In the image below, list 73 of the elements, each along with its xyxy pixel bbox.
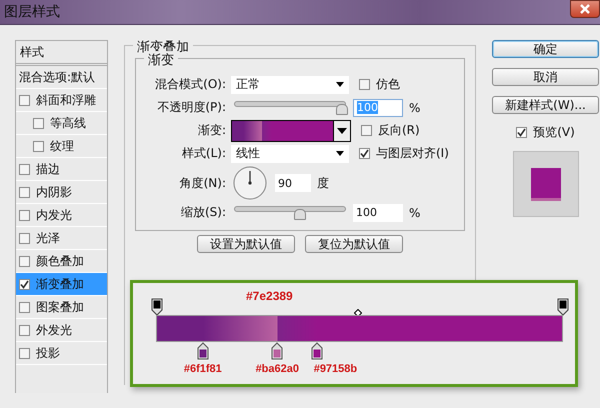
field-label: 角度(N):	[178, 174, 226, 192]
style-item[interactable]: 描边	[16, 158, 107, 181]
checkbox[interactable]	[33, 140, 44, 152]
reverse-checkbox[interactable]: 反向(R)	[361, 122, 420, 139]
scale-slider[interactable]	[232, 204, 348, 220]
field-label: 样式(L):	[180, 145, 226, 162]
checkbox[interactable]	[19, 94, 30, 106]
caret-icon	[336, 151, 344, 156]
unit-label: 度	[317, 174, 329, 192]
checkbox[interactable]	[19, 278, 30, 290]
opacity-stop-icon[interactable]	[151, 298, 163, 316]
style-item[interactable]: 等高线	[16, 112, 107, 135]
dialog-button[interactable]: 新建样式(W)...	[492, 96, 599, 114]
style-item[interactable]: 图案叠加	[16, 296, 107, 319]
angle-input[interactable]: 90	[275, 174, 311, 192]
style-item[interactable]: 内发光	[16, 204, 107, 227]
checkbox[interactable]	[19, 232, 30, 244]
dialog-button[interactable]: 取消	[492, 68, 599, 86]
scale-input[interactable]: 100	[353, 204, 403, 222]
check-icon	[517, 128, 526, 137]
style-dropdown[interactable]: 线性	[231, 144, 349, 162]
caret-icon	[337, 128, 347, 134]
color-stop-icon[interactable]	[196, 342, 209, 360]
color-code-label: #97158b	[314, 363, 358, 375]
window-title: 图层样式	[4, 3, 60, 21]
checkbox[interactable]	[19, 256, 30, 266]
checkbox[interactable]	[19, 324, 30, 336]
style-item[interactable]: 光泽	[16, 227, 107, 250]
gradient-picker[interactable]	[231, 120, 351, 142]
style-item[interactable]: 渐变叠加	[16, 273, 107, 296]
opacity-stop-icon[interactable]	[557, 298, 569, 316]
checkbox[interactable]	[19, 302, 30, 312]
checkbox[interactable]	[19, 348, 30, 358]
color-stop-icon[interactable]	[271, 342, 284, 360]
field-label: 渐变:	[196, 122, 226, 139]
color-code-label: #ba62a0	[256, 363, 299, 375]
blend-mode-dropdown[interactable]: 正常	[231, 76, 349, 94]
style-item[interactable]: 纹理	[16, 135, 107, 158]
unit-label: %	[409, 100, 420, 114]
checkbox[interactable]	[19, 210, 30, 220]
checkbox[interactable]	[19, 186, 30, 198]
checkbox[interactable]	[19, 164, 30, 174]
color-stop-icon[interactable]	[311, 342, 324, 360]
group-title: 渐变	[144, 51, 178, 69]
preview-checkbox[interactable]: 预览(V)	[516, 124, 575, 141]
check-icon	[20, 280, 29, 288]
unit-label: %	[409, 206, 420, 220]
style-item[interactable]: 内阴影	[16, 181, 107, 204]
check-icon	[360, 149, 369, 158]
field-label: 不透明度(P):	[156, 99, 226, 116]
close-icon	[579, 4, 591, 14]
field-label: 混合模式(O):	[154, 76, 226, 93]
style-item[interactable]: 外发光	[16, 319, 107, 342]
dialog-button[interactable]: 确定	[492, 40, 599, 58]
close-button[interactable]	[570, 0, 600, 18]
preview-swatch	[530, 168, 560, 200]
reset-button[interactable]: 设置为默认值	[197, 235, 295, 253]
angle-dial[interactable]	[233, 166, 267, 200]
caret-icon	[336, 82, 344, 87]
list-header: 样式	[16, 41, 107, 66]
color-code-label: #7e2389	[246, 289, 293, 303]
color-code-label: #6f1f81	[184, 363, 222, 375]
reset-button[interactable]: 复位为默认值	[305, 235, 403, 253]
slider-thumb[interactable]	[336, 104, 348, 114]
style-item[interactable]: 斜面和浮雕	[16, 89, 107, 112]
midpoint-diamond-icon[interactable]	[354, 309, 362, 317]
checkbox[interactable]	[33, 118, 44, 128]
style-item[interactable]: 混合选项:默认	[16, 66, 107, 89]
align-checkbox[interactable]: 与图层对齐(I)	[359, 145, 449, 162]
dither-checkbox[interactable]: 仿色	[359, 76, 400, 93]
field-label: 缩放(S):	[180, 204, 226, 221]
style-item[interactable]: 投影	[16, 342, 107, 365]
opacity-slider[interactable]	[232, 100, 348, 116]
